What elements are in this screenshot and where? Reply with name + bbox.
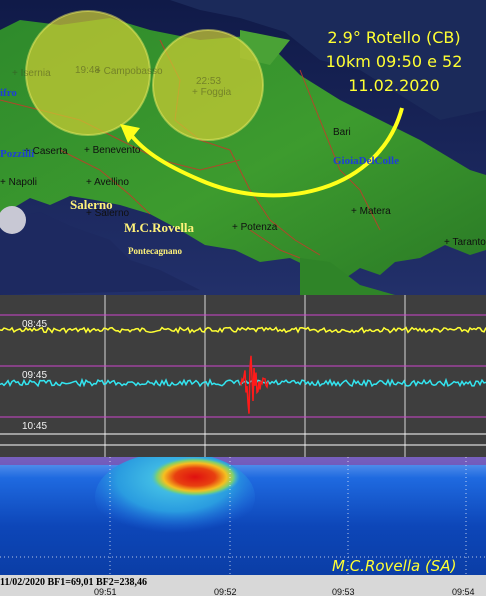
spectrogram-footer-text: 11/02/2020 BF1=69,01 BF2=238,46 bbox=[0, 577, 147, 588]
city-taranto: + Taranto bbox=[444, 237, 486, 248]
spectrogram-station-caption: M.C.Rovella (SA) bbox=[332, 557, 457, 575]
seismogram-panel: 08:45 09:45 10:45 bbox=[0, 295, 486, 457]
spectrogram-tick-0951: 09:51 bbox=[94, 587, 117, 596]
map-panel: 19:48 22:53 + Isernia + Campobasso + Fog… bbox=[0, 0, 486, 295]
trace-upper bbox=[0, 326, 486, 334]
trace-label-0845: 08:45 bbox=[22, 319, 48, 330]
circle-right-label: 22:53 bbox=[196, 76, 222, 87]
moon-dot bbox=[0, 206, 26, 234]
event-date: 11.02.2020 bbox=[348, 76, 440, 95]
spectrogram-top-band bbox=[0, 457, 486, 465]
spectrogram-energy-hot bbox=[150, 457, 240, 497]
spectrogram-tick-0953: 09:53 bbox=[332, 587, 355, 596]
city-isernia: + Isernia bbox=[12, 68, 51, 79]
city-bari: Bari bbox=[333, 127, 351, 138]
station-gioia: GioiaDelColle bbox=[333, 155, 399, 167]
city-potenza: + Potenza bbox=[232, 222, 278, 233]
trace-label-1045: 10:45 bbox=[22, 421, 48, 432]
station-pozzilli: Pozzilli bbox=[0, 148, 35, 160]
spectrogram-tick-0954: 09:54 bbox=[452, 587, 475, 596]
trace-label-0945: 09:45 bbox=[22, 370, 48, 381]
city-napoli: + Napoli bbox=[0, 177, 37, 188]
station-pontecagnano: Pontecagnano bbox=[128, 246, 182, 256]
city-avellino: + Avellino bbox=[86, 177, 129, 188]
city-matera: + Matera bbox=[351, 206, 391, 217]
city-campobasso: + Campobasso bbox=[95, 66, 163, 77]
station-ifro: ifro bbox=[0, 87, 17, 99]
event-info: 2.9° Rotello (CB) 10km 09:50 e 52 11.02.… bbox=[306, 26, 482, 98]
spectrogram-tick-0952: 09:52 bbox=[214, 587, 237, 596]
event-location: 2.9° Rotello (CB) bbox=[327, 28, 461, 47]
spectrogram-panel: M.C.Rovella (SA) 11/02/2020 BF1=69,01 BF… bbox=[0, 457, 486, 596]
spectrogram-plot bbox=[0, 457, 486, 596]
event-depth-time: 10km 09:50 e 52 bbox=[325, 52, 463, 71]
trace-event bbox=[239, 355, 269, 414]
seismogram-plot bbox=[0, 295, 486, 457]
city-foggia: + Foggia bbox=[192, 87, 232, 98]
station-salerno: Salerno bbox=[70, 197, 113, 212]
city-benevento: + Benevento bbox=[84, 145, 141, 156]
station-rovella: M.C.Rovella bbox=[124, 220, 195, 235]
